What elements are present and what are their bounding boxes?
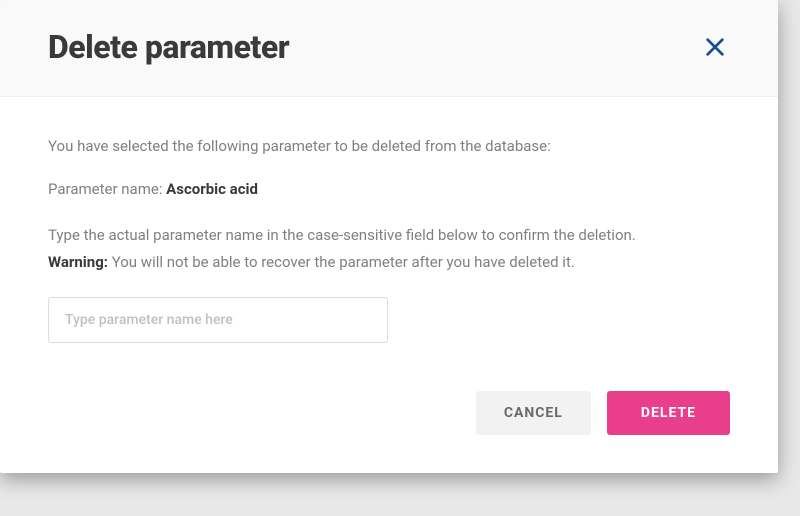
instruction-text: Type the actual parameter name in the ca… [48,224,730,247]
close-icon [704,36,726,58]
warning-label: Warning: [48,253,112,271]
modal-footer: CANCEL DELETE [0,363,778,473]
warning-text: You will not be able to recover the para… [112,253,575,271]
modal-header: Delete parameter [0,0,778,97]
parameter-label: Parameter name: [48,180,166,198]
close-button[interactable] [700,32,730,62]
modal-body: You have selected the following paramete… [0,97,778,363]
parameter-value: Ascorbic acid [166,180,258,198]
intro-text: You have selected the following paramete… [48,135,730,158]
cancel-button[interactable]: CANCEL [476,391,591,435]
warning-line: Warning: You will not be able to recover… [48,251,730,274]
confirm-name-input[interactable] [48,297,388,343]
delete-button[interactable]: DELETE [607,391,730,435]
delete-parameter-modal: Delete parameter You have selected the f… [0,0,778,473]
parameter-line: Parameter name: Ascorbic acid [48,178,730,201]
modal-title: Delete parameter [48,28,289,66]
